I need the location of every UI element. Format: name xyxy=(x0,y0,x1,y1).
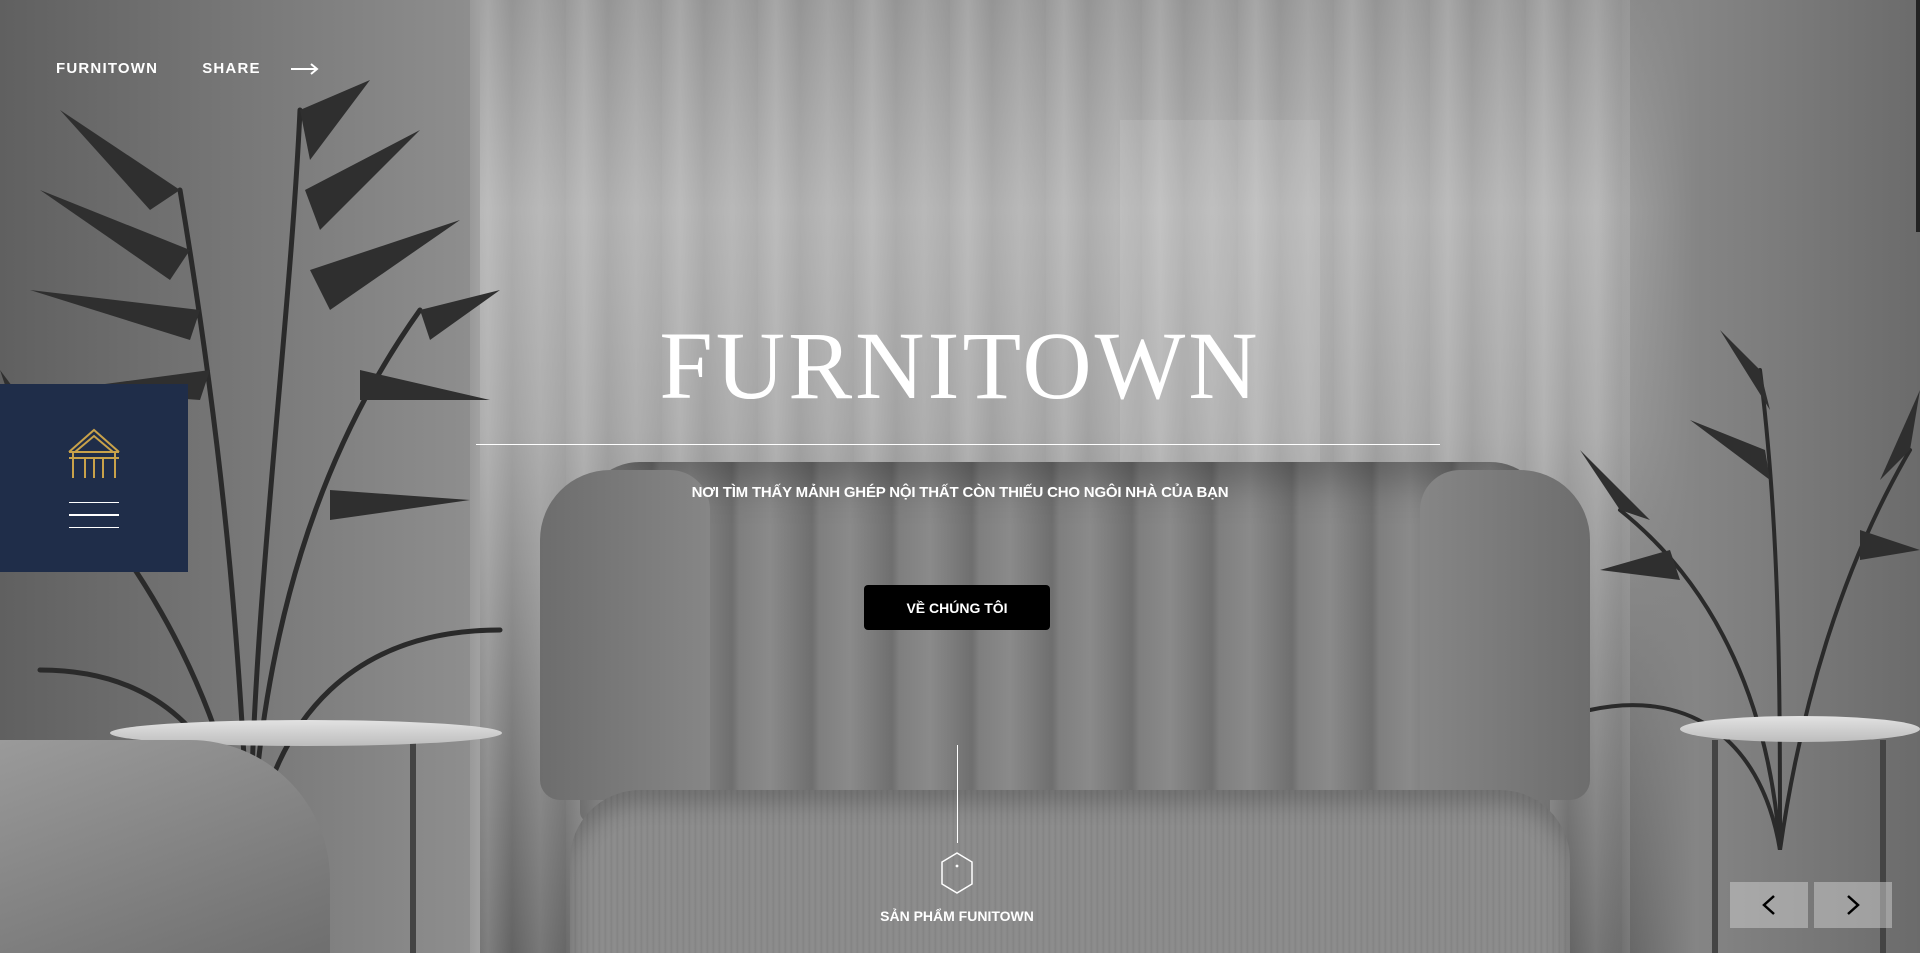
hero-subtitle: NƠI TÌM THẤY MẢNH GHÉP NỘI THẤT CÒN THIẾ… xyxy=(691,484,1229,501)
sofa-arm-right xyxy=(1420,470,1590,800)
sofa-back xyxy=(580,462,1550,822)
page-scrollbar[interactable] xyxy=(1916,0,1920,232)
table-right-top xyxy=(1680,716,1920,742)
about-us-button[interactable]: VỀ CHÚNG TÔI xyxy=(864,585,1050,630)
slider-prev-button[interactable] xyxy=(1730,882,1808,928)
arrow-right-icon xyxy=(290,62,319,75)
brand-link[interactable]: FURNITOWN xyxy=(56,60,158,77)
chevron-left-icon xyxy=(1762,895,1775,915)
hero-title: FURNITOWN xyxy=(659,312,1261,419)
share-link[interactable]: SHARE xyxy=(202,60,319,77)
share-label: SHARE xyxy=(202,60,261,77)
window-light xyxy=(1120,120,1320,480)
sofa-arm-left xyxy=(540,470,710,800)
top-nav: FURNITOWN SHARE xyxy=(56,60,319,77)
sofa-seat xyxy=(570,790,1570,953)
house-logo-icon xyxy=(68,428,120,478)
slider-next-button[interactable] xyxy=(1814,882,1892,928)
hexagon-icon[interactable] xyxy=(941,852,973,894)
hamburger-icon xyxy=(69,501,119,529)
scroll-line xyxy=(957,745,958,843)
products-link[interactable]: SẢN PHẨM FUNITOWN xyxy=(0,908,1914,924)
chevron-right-icon xyxy=(1847,895,1860,915)
hero-background xyxy=(0,0,1920,953)
hero-divider xyxy=(476,444,1440,445)
